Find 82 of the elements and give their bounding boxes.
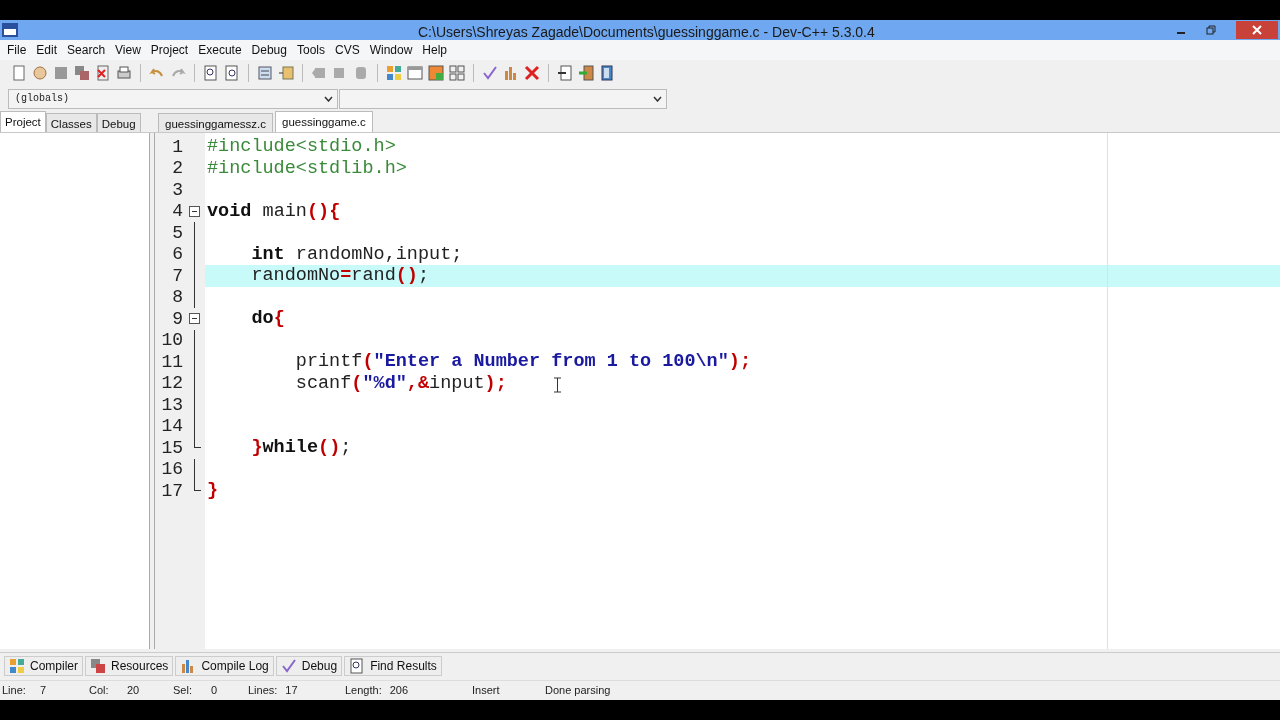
- tiles-icon[interactable]: [449, 65, 465, 82]
- tab[interactable]: guessinggame.c: [275, 111, 373, 133]
- find-icon: [349, 658, 366, 675]
- tab[interactable]: Resources: [85, 656, 174, 677]
- menu-item[interactable]: Window: [364, 40, 418, 59]
- menu-item[interactable]: Help: [417, 40, 453, 59]
- menu-item[interactable]: View: [110, 40, 146, 59]
- status-label: Line:: [2, 683, 27, 699]
- window-title: C:\Users\Shreyas Zagade\Documents\guessinggame.c - Dev-C++ 5.3.0.4: [418, 23, 875, 42]
- window-icon[interactable]: [407, 65, 423, 82]
- line-number: 17: [160, 479, 183, 503]
- line-number: 16: [160, 458, 183, 482]
- print-icon[interactable]: [116, 65, 132, 82]
- text-cursor-icon: [554, 377, 561, 394]
- line-number: 9: [171, 307, 183, 331]
- line-number: 11: [160, 350, 183, 374]
- code-line: randomNo=rand();: [250, 264, 430, 289]
- status-value: Done parsing: [545, 683, 611, 699]
- line-number: 4: [171, 200, 183, 224]
- line-number: 10: [160, 329, 183, 353]
- delete-icon[interactable]: [524, 65, 540, 82]
- replace-icon[interactable]: [224, 65, 240, 82]
- line-number: 6: [171, 243, 183, 267]
- code-line: }: [207, 479, 219, 504]
- status-value: 20: [127, 683, 140, 699]
- tab[interactable]: Compile Log: [175, 656, 274, 677]
- grid-icon: [9, 658, 25, 675]
- status-value: 17: [285, 683, 298, 699]
- tab[interactable]: Classes: [45, 113, 97, 133]
- find-icon[interactable]: [203, 65, 219, 82]
- status-value: 0: [211, 683, 218, 699]
- line-number: 7: [171, 264, 183, 288]
- menu-item[interactable]: Debug: [246, 40, 292, 59]
- status-value: 206: [389, 683, 409, 699]
- line-number: 12: [160, 372, 183, 396]
- menu-item[interactable]: File: [2, 40, 32, 59]
- line-number: 5: [171, 221, 183, 245]
- status-label: Col:: [89, 683, 110, 699]
- menu-item[interactable]: Execute: [193, 40, 247, 59]
- menu-item[interactable]: Project: [145, 40, 194, 59]
- line-number: 13: [160, 393, 183, 417]
- app-icon: [2, 22, 18, 37]
- grid-icon[interactable]: [386, 65, 402, 82]
- chevron-down-icon: [653, 95, 662, 102]
- code-line: do{: [250, 307, 285, 332]
- line-number: 15: [160, 436, 183, 460]
- tab[interactable]: Project: [0, 111, 46, 133]
- line-number: 8: [171, 286, 183, 310]
- line-number: 14: [160, 415, 183, 439]
- code-line: int randomNo,input;: [250, 242, 463, 267]
- menu-item[interactable]: Search: [62, 40, 111, 59]
- line-number: 2: [171, 157, 183, 181]
- code-line: }while();: [250, 436, 352, 461]
- collapse-icon[interactable]: [188, 205, 200, 217]
- check-icon: [280, 658, 297, 675]
- line-number: 3: [171, 178, 183, 202]
- status-value: Insert: [472, 683, 500, 699]
- restore-icon[interactable]: [1206, 24, 1216, 35]
- menu-item[interactable]: Tools: [291, 40, 330, 59]
- tab[interactable]: Find Results: [344, 656, 442, 677]
- code-line: void main(){: [207, 199, 341, 224]
- status-label: Length:: [345, 683, 382, 699]
- tab[interactable]: guessinggamessz.c: [158, 113, 273, 133]
- close-file-icon[interactable]: [95, 65, 111, 82]
- menu-item[interactable]: Edit: [31, 40, 63, 59]
- status-label: Lines:: [248, 683, 278, 699]
- tab[interactable]: Compiler: [4, 656, 83, 677]
- chevron-down-icon: [324, 95, 333, 102]
- check-icon[interactable]: [482, 65, 498, 82]
- bar-chart-icon[interactable]: [503, 65, 519, 82]
- close-button[interactable]: [1236, 20, 1278, 39]
- book-icon[interactable]: [599, 65, 615, 82]
- close-icon: [1252, 24, 1262, 35]
- collapse-icon[interactable]: [188, 313, 200, 325]
- status-value: 7: [40, 683, 47, 699]
- new-file-icon[interactable]: [11, 65, 27, 82]
- menu-item[interactable]: CVS: [329, 40, 365, 59]
- dropdown[interactable]: (globals): [8, 88, 338, 109]
- status-label: Sel:: [173, 683, 193, 699]
- tab[interactable]: Debug: [275, 656, 343, 677]
- tab[interactable]: Debug: [96, 113, 141, 133]
- line-number: 1: [171, 135, 183, 159]
